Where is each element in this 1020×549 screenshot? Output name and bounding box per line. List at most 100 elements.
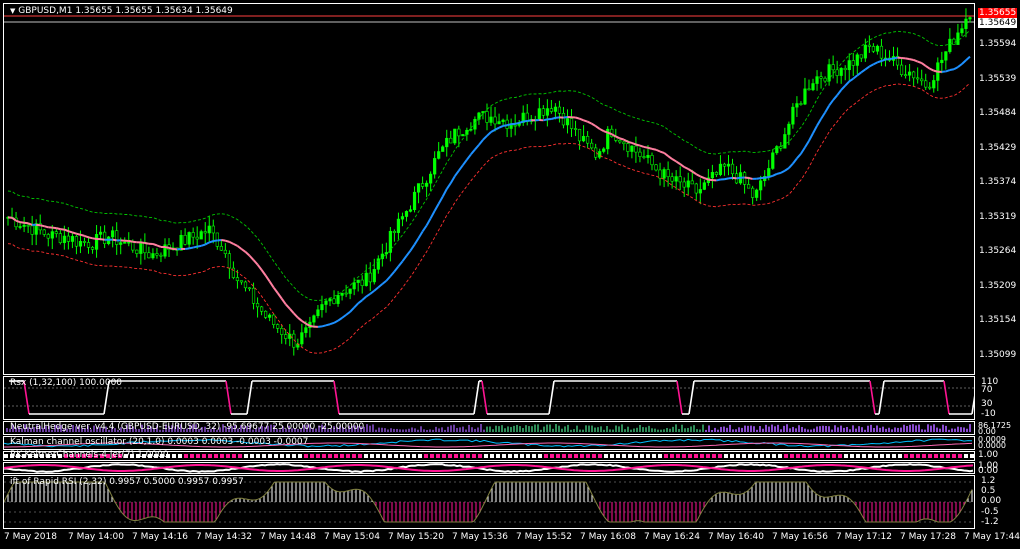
- candle: [742, 171, 747, 194]
- ma-segment: [56, 227, 61, 231]
- indicator5-pane[interactable]: [3, 462, 975, 474]
- keltner-block: [850, 454, 854, 458]
- keltner-block: [292, 454, 296, 458]
- candle: [932, 74, 936, 93]
- nh-bar: [846, 427, 848, 432]
- ma-segment: [506, 123, 512, 127]
- nh-bar: [669, 428, 671, 432]
- collapse-triangle-icon[interactable]: ▼: [10, 7, 15, 15]
- ma-segment: [321, 324, 327, 328]
- keltner-block: [172, 454, 176, 458]
- nh-bar: [891, 429, 893, 432]
- keltner-block: [562, 454, 566, 458]
- ma-segment: [385, 275, 392, 282]
- candle: [183, 228, 187, 246]
- nh-bar: [762, 428, 764, 432]
- ma-segment: [19, 221, 25, 224]
- ma-segment: [881, 58, 886, 62]
- keltner-block: [802, 454, 806, 458]
- ma-segment: [949, 68, 955, 71]
- kalman-pane[interactable]: Kalman channel oscillator (20,1.0) 0.000…: [3, 436, 975, 450]
- ift-rsi-pane[interactable]: ift of Rapid RSI (2,32) 0.9957 0.5000 0.…: [3, 475, 975, 529]
- nh-bar: [525, 425, 527, 432]
- ma-segment: [699, 175, 705, 180]
- candle: [94, 225, 99, 258]
- nh-bar: [468, 424, 470, 432]
- keltner-block: [694, 454, 698, 458]
- rsx-pane[interactable]: Rsx (1,32,100) 100.0000: [3, 376, 975, 420]
- nh-bar: [537, 424, 539, 432]
- ma-segment: [768, 174, 774, 179]
- ma-segment: [695, 173, 701, 178]
- keltner-block: [436, 454, 440, 458]
- candle: [682, 177, 686, 197]
- upper-band-line: [7, 29, 971, 301]
- nh-bar: [834, 425, 836, 432]
- keltner-block: [922, 454, 926, 458]
- keltner-block: [274, 454, 278, 458]
- nh-bar: [387, 429, 389, 432]
- nh-bar: [663, 429, 665, 432]
- keltner-pane[interactable]: RK-KeltnerChannels-4 jet(7) 1.0000: [3, 450, 975, 461]
- candle: [376, 255, 380, 274]
- nh-bar: [798, 425, 800, 432]
- ma-segment: [466, 153, 472, 161]
- candle: [485, 103, 489, 131]
- rsx-transition: [869, 380, 876, 415]
- ma-segment: [184, 247, 190, 251]
- price-chart-pane[interactable]: ▼ GBPUSD,M1 1.35655 1.35655 1.35634 1.35…: [3, 3, 975, 375]
- ma-segment: [437, 196, 444, 205]
- candle: [944, 51, 948, 70]
- candle: [698, 178, 702, 205]
- nh-bar: [519, 426, 521, 432]
- ma-segment: [494, 126, 500, 131]
- ma-segment: [333, 319, 339, 324]
- rsx-transition: [676, 380, 683, 415]
- candle: [924, 73, 928, 91]
- candle: [328, 297, 332, 307]
- price-level-label: 1.35429: [979, 142, 1017, 153]
- keltner-block: [418, 454, 422, 458]
- nh-bar: [957, 426, 959, 432]
- keltner-block: [748, 454, 752, 458]
- keltner-block: [484, 454, 488, 458]
- candle: [276, 323, 280, 333]
- candle: [243, 280, 248, 292]
- candle: [280, 324, 284, 344]
- nh-bar: [516, 424, 518, 432]
- candle: [30, 215, 34, 246]
- keltner-block: [490, 454, 494, 458]
- nh-bar: [954, 428, 956, 432]
- nh-bar: [753, 426, 755, 432]
- candle: [835, 60, 839, 84]
- keltner-block: [178, 454, 182, 458]
- nh-bar: [885, 428, 887, 432]
- candle: [936, 57, 940, 92]
- ma-segment: [933, 69, 939, 73]
- candle: [751, 185, 755, 205]
- neutralhedge-pane[interactable]: NeutralHedge ver. v4.4 (GBPUSD-EURUSD, 3…: [3, 421, 975, 435]
- ma-segment: [325, 323, 331, 327]
- nh-bar: [489, 426, 491, 432]
- price-level-label: 1.35154: [979, 315, 1017, 326]
- nh-bar: [390, 428, 392, 432]
- nh-bar: [585, 425, 587, 432]
- rsx-transition: [246, 380, 253, 415]
- ma-segment: [514, 121, 520, 125]
- candle: [706, 168, 710, 186]
- ma-segment: [856, 71, 862, 77]
- candle: [908, 63, 912, 82]
- mt4-chart-window: ▼ GBPUSD,M1 1.35655 1.35655 1.35634 1.35…: [0, 0, 1020, 549]
- keltner-block: [886, 454, 890, 458]
- keltner-block: [256, 454, 260, 458]
- nh-bar: [897, 427, 899, 432]
- ma-segment: [877, 60, 882, 64]
- time-tick-label: 7 May 16:24: [644, 532, 700, 542]
- ma-segment: [716, 178, 721, 182]
- ma-segment: [188, 246, 194, 250]
- ma-segment: [889, 57, 894, 61]
- price-scale[interactable]: 1.35655 1.35649 1.35594 1.35539 1.35484 1.3…: [975, 3, 1020, 375]
- lower-band-line: [7, 82, 971, 354]
- nh-bar: [741, 427, 743, 432]
- nh-bar: [645, 427, 647, 432]
